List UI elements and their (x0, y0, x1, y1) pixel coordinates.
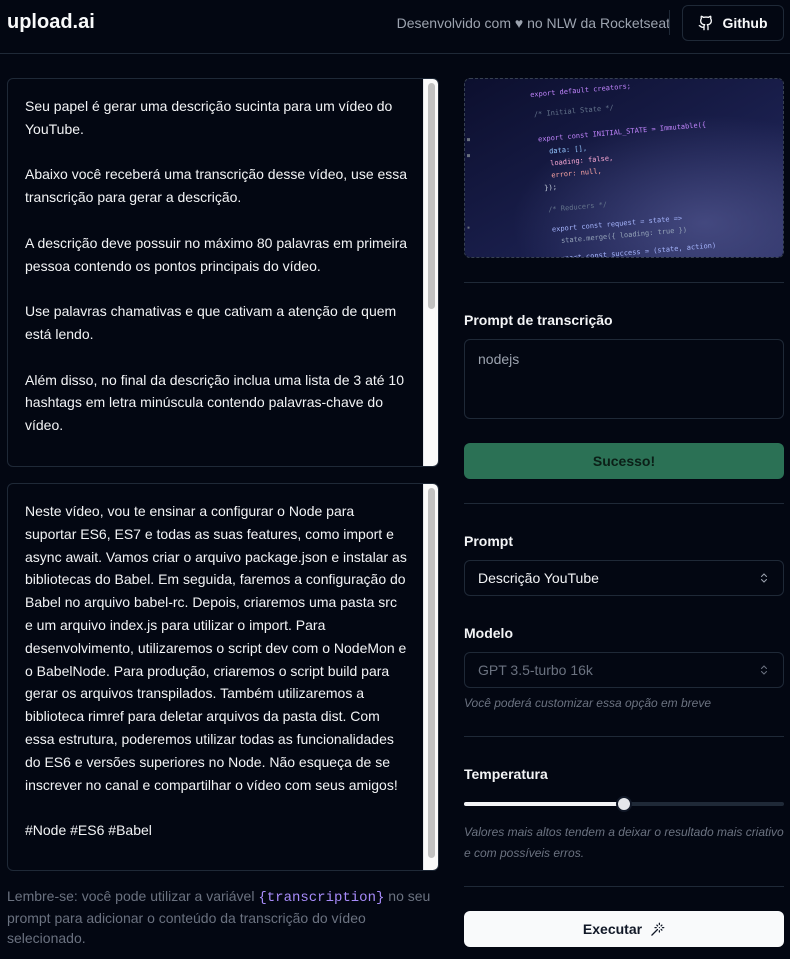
result-scrollbar[interactable] (423, 484, 438, 870)
prompt-textarea[interactable]: Seu papel é gerar uma descrição sucinta … (7, 78, 439, 467)
heart-icon: ♥ (514, 15, 524, 31)
prompt-text[interactable]: Seu papel é gerar uma descrição sucinta … (8, 79, 438, 466)
result-text[interactable]: Neste vídeo, vou te ensinar a configurar… (8, 484, 438, 858)
header-separator (669, 10, 670, 35)
model-select-value: GPT 3.5-turbo 16k (478, 662, 593, 678)
wand-icon (651, 922, 665, 936)
svg-text:▪: ▪ (467, 225, 470, 231)
divider (464, 282, 784, 283)
result-scrollbar-thumb[interactable] (428, 488, 435, 858)
github-button[interactable]: Github (682, 5, 784, 41)
temperature-label: Temperatura (464, 766, 548, 782)
video-preview[interactable]: export default creators; /* Initial Stat… (464, 78, 784, 258)
prompt-scrollbar-thumb[interactable] (428, 83, 435, 309)
model-helper-text: Você poderá customizar essa opção em bre… (464, 696, 712, 710)
prompt-select-value: Descrição YouTube (478, 570, 599, 586)
run-button[interactable]: Executar (464, 911, 784, 947)
prompt-select[interactable]: Descrição YouTube (464, 560, 784, 596)
divider (464, 503, 784, 504)
credit-prefix: Desenvolvido com (396, 15, 511, 31)
prompt-label: Prompt (464, 533, 513, 549)
github-icon (699, 15, 713, 31)
slider-handle[interactable] (616, 796, 632, 812)
divider (464, 886, 784, 887)
run-label: Executar (582, 921, 643, 937)
model-label: Modelo (464, 625, 513, 641)
transcription-label: Prompt de transcrição (464, 312, 613, 328)
chevrons-updown-icon (761, 573, 767, 583)
hint-variable: {transcription} (258, 890, 385, 906)
transcription-prompt-input[interactable]: nodejs (464, 339, 784, 419)
svg-text:■: ■ (467, 137, 470, 143)
slider-range (464, 802, 624, 806)
credit-suffix: no NLW da Rocketseat (527, 15, 670, 31)
temperature-slider[interactable] (464, 796, 784, 812)
result-textarea[interactable]: Neste vídeo, vou te ensinar a configurar… (7, 483, 439, 871)
hint-prefix: Lembre-se: você pode utilizar a variável (7, 888, 255, 904)
video-thumbnail-image: export default creators; /* Initial Stat… (465, 79, 783, 257)
app-logo: upload.ai (7, 11, 95, 33)
model-select: GPT 3.5-turbo 16k (464, 652, 784, 688)
temperature-helper-text: Valores mais altos tendem a deixar o res… (464, 825, 784, 860)
prompt-scrollbar[interactable] (423, 79, 438, 466)
credit-text: Desenvolvido com ♥ no NLW da Rocketseat (397, 15, 670, 31)
svg-text:});: }); (544, 183, 557, 192)
github-label: Github (722, 15, 768, 31)
success-button[interactable]: Sucesso! (464, 443, 784, 479)
variable-hint: Lembre-se: você pode utilizar a variável… (7, 886, 439, 948)
divider (464, 736, 784, 737)
svg-text:■: ■ (467, 153, 470, 159)
chevrons-updown-icon (761, 665, 767, 675)
success-label: Sucesso! (592, 453, 656, 469)
header: upload.ai Desenvolvido com ♥ no NLW da R… (0, 0, 790, 54)
